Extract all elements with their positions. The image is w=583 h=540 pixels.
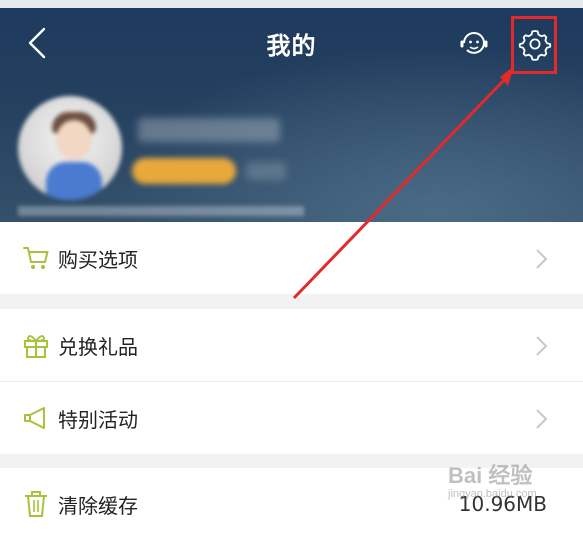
menu-item-special-events[interactable]: 特别活动: [0, 382, 583, 454]
vip-badge-blurred: [132, 158, 236, 184]
settings-highlight-box: [511, 16, 557, 74]
page-title: 我的: [266, 32, 317, 60]
chevron-right-icon: [536, 409, 548, 429]
avatar[interactable]: [18, 96, 122, 200]
chevron-right-icon: [536, 336, 548, 356]
chevron-right-icon: [536, 249, 548, 269]
menu-item-label: 兑换礼品: [58, 335, 138, 359]
nickname-blurred: [138, 118, 280, 142]
menu-item-label: 购买选项: [58, 248, 138, 272]
profile-info-blurred: [18, 206, 304, 216]
watermark: Bai 经验 jingyan.baidu.com: [448, 463, 537, 500]
level-label-blurred: [246, 162, 286, 180]
menu-item-purchase-options[interactable]: 购买选项: [0, 222, 583, 294]
customer-service-icon[interactable]: [458, 27, 490, 59]
trash-icon: [25, 491, 47, 517]
status-strip: [0, 0, 583, 8]
megaphone-icon: [24, 407, 45, 429]
gift-icon: [24, 335, 48, 358]
cart-icon: [23, 247, 49, 269]
menu-item-label: 清除缓存: [58, 494, 138, 518]
menu-item-label: 特别活动: [58, 408, 138, 432]
menu-item-redeem-gifts[interactable]: 兑换礼品: [0, 309, 583, 381]
